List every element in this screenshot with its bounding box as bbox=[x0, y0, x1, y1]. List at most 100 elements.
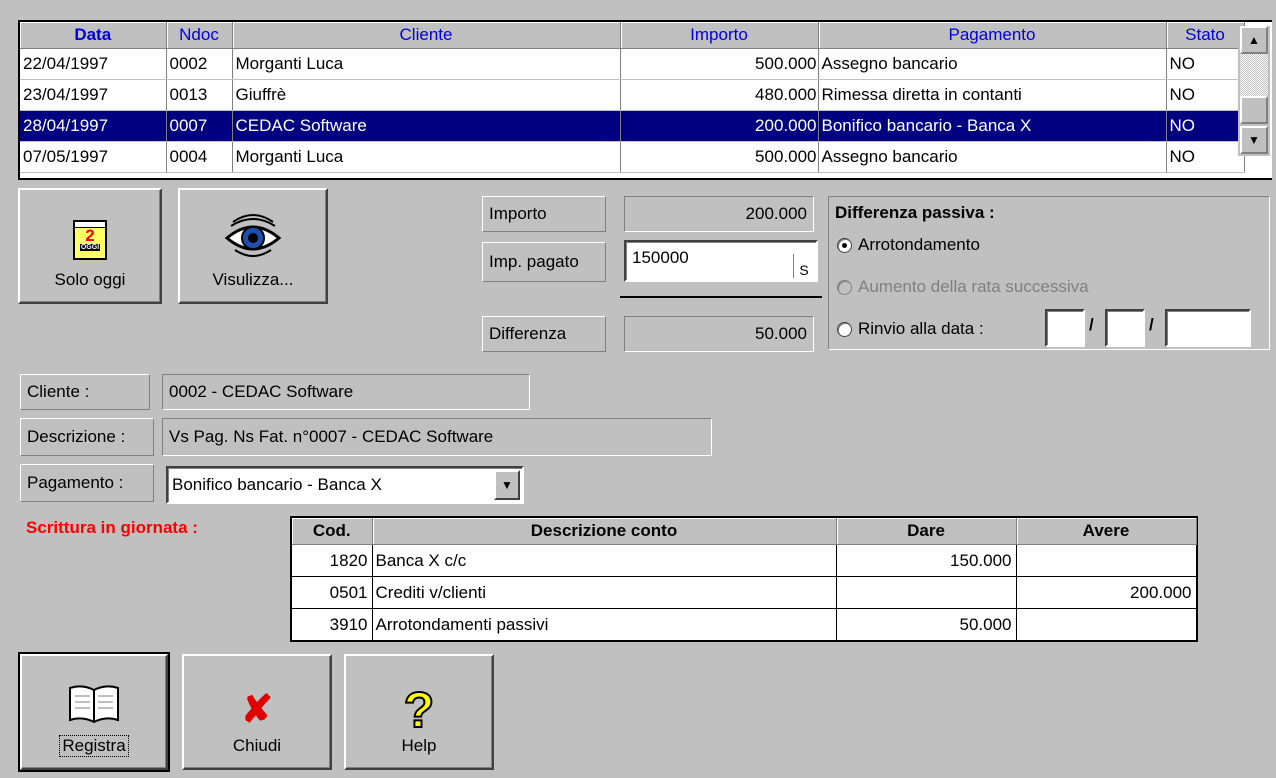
calculator-button[interactable]: S bbox=[793, 254, 814, 278]
solo-oggi-label: Solo oggi bbox=[54, 270, 126, 289]
table-row[interactable]: 07/05/1997 0004 Morganti Luca 500.000 As… bbox=[20, 141, 1245, 173]
cell-cliente: Giuffrè bbox=[232, 79, 621, 111]
scroll-thumb[interactable] bbox=[1240, 96, 1268, 124]
cell-ndoc: 0007 bbox=[166, 110, 233, 142]
sum-divider bbox=[620, 296, 822, 298]
cliente-value: 0002 - CEDAC Software bbox=[162, 374, 530, 410]
cell-stato: NO bbox=[1166, 141, 1245, 173]
cell-avere: 200.000 bbox=[1016, 576, 1197, 609]
help-label: Help bbox=[401, 736, 437, 755]
table-row[interactable]: 0501 Crediti v/clienti 200.000 bbox=[292, 576, 1197, 609]
cliente-label: Cliente : bbox=[20, 374, 150, 410]
question-mark-icon: ? bbox=[403, 682, 436, 738]
radio-unchecked-icon bbox=[837, 321, 852, 337]
cell-importo: 480.000 bbox=[620, 79, 819, 111]
date-day-input[interactable] bbox=[1045, 309, 1085, 347]
grid-vertical-scrollbar[interactable]: ▲ ▼ bbox=[1238, 26, 1270, 156]
table-row[interactable]: 22/04/1997 0002 Morganti Luca 500.000 As… bbox=[20, 48, 1245, 80]
cell-cliente: Morganti Luca bbox=[232, 48, 621, 80]
table-row[interactable]: 3910 Arrotondamenti passivi 50.000 bbox=[292, 608, 1197, 641]
date-month-input[interactable] bbox=[1105, 309, 1145, 347]
cell-stato: NO bbox=[1166, 48, 1245, 80]
radio-rinvio-data[interactable]: Rinvio alla data : bbox=[837, 319, 984, 339]
book-icon bbox=[69, 685, 119, 724]
scroll-track[interactable] bbox=[1240, 54, 1268, 96]
visualizza-button[interactable]: Visulizza... bbox=[178, 188, 328, 304]
col-header-dare: Dare bbox=[836, 518, 1017, 545]
pagamento-label: Pagamento : bbox=[20, 464, 154, 502]
documents-grid[interactable]: Data Ndoc Cliente Importo Pagamento Stat… bbox=[18, 20, 1272, 180]
descrizione-value: Vs Pag. Ns Fat. n°0007 - CEDAC Software bbox=[162, 418, 712, 456]
cell-data: 28/04/1997 bbox=[20, 110, 167, 142]
importo-label: Importo bbox=[482, 196, 606, 232]
eye-icon bbox=[224, 214, 282, 257]
cell-ndoc: 0004 bbox=[166, 141, 233, 173]
imp-pagato-label: Imp. pagato bbox=[482, 242, 606, 282]
radio-unchecked-icon bbox=[837, 279, 852, 295]
journal-entries-table[interactable]: Cod. Descrizione conto Dare Avere 1820 B… bbox=[290, 516, 1198, 642]
cell-descrizione: Banca X c/c bbox=[372, 544, 837, 577]
arrow-down-icon: ▼ bbox=[1248, 133, 1260, 147]
grid-header: Data Ndoc Cliente Importo Pagamento Stat… bbox=[20, 22, 1245, 49]
radio-arrotondamento[interactable]: Arrotondamento bbox=[837, 235, 980, 255]
solo-oggi-button[interactable]: 2 OGGI Solo oggi bbox=[18, 188, 162, 304]
date-year-input[interactable] bbox=[1165, 309, 1251, 347]
chiudi-label: Chiudi bbox=[232, 736, 282, 755]
registra-button[interactable]: Registra bbox=[18, 652, 170, 772]
table-row[interactable]: 23/04/1997 0013 Giuffrè 480.000 Rimessa … bbox=[20, 79, 1245, 111]
chiudi-button[interactable]: ✘ Chiudi bbox=[182, 654, 332, 770]
cell-cliente: Morganti Luca bbox=[232, 141, 621, 173]
differenza-value: 50.000 bbox=[624, 316, 814, 352]
pagamento-selected-value: Bonifico bancario - Banca X bbox=[172, 475, 382, 494]
cell-dare: 50.000 bbox=[836, 608, 1017, 641]
imp-pagato-input[interactable]: 150000 S bbox=[624, 240, 818, 282]
importo-value: 200.000 bbox=[624, 196, 814, 232]
differenza-passiva-title: Differenza passiva : bbox=[835, 203, 995, 222]
cell-stato: NO bbox=[1166, 110, 1245, 142]
cell-avere bbox=[1016, 608, 1197, 641]
col-header-importo[interactable]: Importo bbox=[620, 22, 819, 49]
registra-label: Registra bbox=[59, 735, 129, 757]
cell-dare: 150.000 bbox=[836, 544, 1017, 577]
scroll-down-button[interactable]: ▼ bbox=[1240, 126, 1268, 154]
imp-pagato-value: 150000 bbox=[632, 248, 689, 267]
date-separator: / bbox=[1089, 315, 1094, 334]
scrittura-title: Scrittura in giornata : bbox=[26, 518, 198, 537]
help-button[interactable]: ? Help bbox=[344, 654, 494, 770]
table-row-selected[interactable]: 28/04/1997 0007 CEDAC Software 200.000 B… bbox=[20, 110, 1245, 142]
col-header-cliente[interactable]: Cliente bbox=[232, 22, 621, 49]
scroll-up-button[interactable]: ▲ bbox=[1240, 26, 1268, 54]
cell-pagamento: Assegno bancario bbox=[818, 141, 1167, 173]
cell-ndoc: 0013 bbox=[166, 79, 233, 111]
col-header-stato[interactable]: Stato bbox=[1166, 22, 1245, 49]
cell-avere bbox=[1016, 544, 1197, 577]
cell-cod: 1820 bbox=[292, 544, 373, 577]
cell-descrizione: Crediti v/clienti bbox=[372, 576, 837, 609]
table-row[interactable]: 1820 Banca X c/c 150.000 bbox=[292, 544, 1197, 577]
calendar-icon: 2 OGGI bbox=[73, 220, 107, 260]
cell-data: 07/05/1997 bbox=[20, 141, 167, 173]
col-header-cod: Cod. bbox=[292, 518, 373, 545]
close-icon: ✘ bbox=[241, 689, 273, 731]
dropdown-button[interactable]: ▼ bbox=[494, 470, 520, 500]
col-header-ndoc[interactable]: Ndoc bbox=[166, 22, 233, 49]
cell-cod: 3910 bbox=[292, 608, 373, 641]
radio-aumento-rata[interactable]: Aumento della rata successiva bbox=[837, 277, 1089, 297]
cell-descrizione: Arrotondamenti passivi bbox=[372, 608, 837, 641]
cell-cliente: CEDAC Software bbox=[232, 110, 621, 142]
cell-cod: 0501 bbox=[292, 576, 373, 609]
cell-dare bbox=[836, 576, 1017, 609]
radio-checked-icon bbox=[837, 237, 852, 253]
col-header-data[interactable]: Data bbox=[20, 22, 167, 49]
cell-importo: 500.000 bbox=[620, 141, 819, 173]
cell-data: 23/04/1997 bbox=[20, 79, 167, 111]
chevron-down-icon: ▼ bbox=[501, 478, 513, 492]
cell-pagamento: Assegno bancario bbox=[818, 48, 1167, 80]
col-header-pagamento[interactable]: Pagamento bbox=[818, 22, 1167, 49]
cell-importo: 200.000 bbox=[620, 110, 819, 142]
pagamento-select[interactable]: Bonifico bancario - Banca X ▼ bbox=[166, 466, 524, 504]
cell-stato: NO bbox=[1166, 79, 1245, 111]
cell-pagamento: Bonifico bancario - Banca X bbox=[818, 110, 1167, 142]
differenza-label: Differenza bbox=[482, 316, 606, 352]
arrow-up-icon: ▲ bbox=[1248, 33, 1260, 47]
